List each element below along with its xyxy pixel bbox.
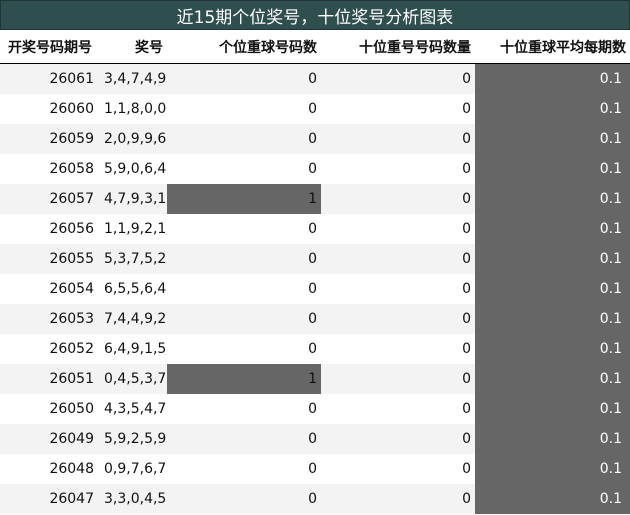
cell-draw: 1,1,8,0,0 — [98, 94, 167, 124]
table-row: 26056 1,1,9,2,1 0 0 0.1 — [0, 214, 630, 244]
cell-tens-repeat: 0 — [321, 454, 475, 484]
cell-units-repeat: 0 — [167, 154, 321, 184]
cell-units-repeat: 0 — [167, 334, 321, 364]
cell-units-repeat: 1 — [167, 364, 321, 394]
cell-units-repeat: 0 — [167, 124, 321, 154]
cell-period: 26060 — [0, 94, 98, 124]
cell-units-repeat: 0 — [167, 63, 321, 94]
cell-units-repeat: 0 — [167, 274, 321, 304]
cell-tens-avg: 0.1 — [475, 124, 630, 154]
table-row: 26051 0,4,5,3,7 1 0 0.1 — [0, 364, 630, 394]
table-row: 26061 3,4,7,4,9 0 0 0.1 — [0, 63, 630, 94]
cell-tens-repeat: 0 — [321, 304, 475, 334]
cell-tens-avg: 0.1 — [475, 454, 630, 484]
cell-draw: 5,9,2,5,9 — [98, 424, 167, 454]
cell-tens-repeat: 0 — [321, 364, 475, 394]
cell-period: 26061 — [0, 63, 98, 94]
cell-tens-avg: 0.1 — [475, 214, 630, 244]
cell-period: 26057 — [0, 184, 98, 214]
table-row: 26047 3,3,0,4,5 0 0 0.1 — [0, 484, 630, 514]
cell-period: 26047 — [0, 484, 98, 514]
cell-period: 26058 — [0, 154, 98, 184]
cell-period: 26049 — [0, 424, 98, 454]
cell-tens-avg: 0.1 — [475, 274, 630, 304]
cell-draw: 6,5,5,6,4 — [98, 274, 167, 304]
cell-period: 26052 — [0, 334, 98, 364]
lottery-analysis-table: 开奖号码期号 奖号 个位重球号码数 十位重号号码数量 十位重球平均每期数 260… — [0, 31, 630, 514]
cell-period: 26053 — [0, 304, 98, 334]
cell-period: 26059 — [0, 124, 98, 154]
cell-units-repeat: 0 — [167, 214, 321, 244]
cell-draw: 5,9,0,6,4 — [98, 154, 167, 184]
table-row: 26049 5,9,2,5,9 0 0 0.1 — [0, 424, 630, 454]
cell-period: 26051 — [0, 364, 98, 394]
cell-tens-repeat: 0 — [321, 394, 475, 424]
cell-tens-repeat: 0 — [321, 63, 475, 94]
cell-tens-repeat: 0 — [321, 424, 475, 454]
table-title: 近15期个位奖号，十位奖号分析图表 — [0, 0, 630, 30]
table-row: 26057 4,7,9,3,1 1 0 0.1 — [0, 184, 630, 214]
cell-tens-avg: 0.1 — [475, 94, 630, 124]
column-header-tens-avg: 十位重球平均每期数 — [475, 31, 630, 64]
cell-draw: 3,4,7,4,9 — [98, 63, 167, 94]
table-row: 26058 5,9,0,6,4 0 0 0.1 — [0, 154, 630, 184]
cell-units-repeat: 0 — [167, 484, 321, 514]
cell-period: 26054 — [0, 274, 98, 304]
cell-units-repeat: 0 — [167, 304, 321, 334]
cell-units-repeat: 0 — [167, 454, 321, 484]
cell-draw: 0,9,7,6,7 — [98, 454, 167, 484]
cell-tens-repeat: 0 — [321, 124, 475, 154]
cell-tens-repeat: 0 — [321, 244, 475, 274]
cell-period: 26056 — [0, 214, 98, 244]
cell-tens-avg: 0.1 — [475, 304, 630, 334]
cell-units-repeat: 0 — [167, 244, 321, 274]
cell-tens-avg: 0.1 — [475, 244, 630, 274]
cell-tens-repeat: 0 — [321, 94, 475, 124]
cell-draw: 0,4,5,3,7 — [98, 364, 167, 394]
table-row: 26055 5,3,7,5,2 0 0 0.1 — [0, 244, 630, 274]
cell-tens-repeat: 0 — [321, 334, 475, 364]
cell-tens-avg: 0.1 — [475, 394, 630, 424]
table-row: 26052 6,4,9,1,5 0 0 0.1 — [0, 334, 630, 364]
column-header-tens-repeat: 十位重号号码数量 — [321, 31, 475, 64]
column-header-draw: 奖号 — [98, 31, 167, 64]
header-row: 开奖号码期号 奖号 个位重球号码数 十位重号号码数量 十位重球平均每期数 — [0, 31, 630, 64]
column-header-units-repeat: 个位重球号码数 — [167, 31, 321, 64]
cell-tens-avg: 0.1 — [475, 184, 630, 214]
cell-draw: 6,4,9,1,5 — [98, 334, 167, 364]
cell-period: 26055 — [0, 244, 98, 274]
cell-tens-repeat: 0 — [321, 484, 475, 514]
cell-units-repeat: 0 — [167, 394, 321, 424]
cell-tens-avg: 0.1 — [475, 154, 630, 184]
cell-tens-repeat: 0 — [321, 214, 475, 244]
cell-tens-avg: 0.1 — [475, 424, 630, 454]
cell-tens-avg: 0.1 — [475, 364, 630, 394]
cell-draw: 5,3,7,5,2 — [98, 244, 167, 274]
table-row: 26050 4,3,5,4,7 0 0 0.1 — [0, 394, 630, 424]
cell-units-repeat: 0 — [167, 424, 321, 454]
cell-tens-repeat: 0 — [321, 274, 475, 304]
cell-tens-avg: 0.1 — [475, 484, 630, 514]
column-header-period: 开奖号码期号 — [0, 31, 98, 64]
cell-tens-avg: 0.1 — [475, 334, 630, 364]
cell-period: 26050 — [0, 394, 98, 424]
cell-tens-repeat: 0 — [321, 154, 475, 184]
table-row: 26048 0,9,7,6,7 0 0 0.1 — [0, 454, 630, 484]
cell-tens-avg: 0.1 — [475, 63, 630, 94]
cell-draw: 3,3,0,4,5 — [98, 484, 167, 514]
cell-draw: 7,4,4,9,2 — [98, 304, 167, 334]
cell-units-repeat: 1 — [167, 184, 321, 214]
cell-draw: 4,3,5,4,7 — [98, 394, 167, 424]
cell-draw: 2,0,9,9,6 — [98, 124, 167, 154]
table-row: 26054 6,5,5,6,4 0 0 0.1 — [0, 274, 630, 304]
cell-period: 26048 — [0, 454, 98, 484]
cell-draw: 1,1,9,2,1 — [98, 214, 167, 244]
cell-tens-repeat: 0 — [321, 184, 475, 214]
table-row: 26053 7,4,4,9,2 0 0 0.1 — [0, 304, 630, 334]
cell-units-repeat: 0 — [167, 94, 321, 124]
cell-draw: 4,7,9,3,1 — [98, 184, 167, 214]
table-row: 26059 2,0,9,9,6 0 0 0.1 — [0, 124, 630, 154]
table-row: 26060 1,1,8,0,0 0 0 0.1 — [0, 94, 630, 124]
table-body: 26061 3,4,7,4,9 0 0 0.1 26060 1,1,8,0,0 0 0 0.1 26… — [0, 63, 630, 514]
